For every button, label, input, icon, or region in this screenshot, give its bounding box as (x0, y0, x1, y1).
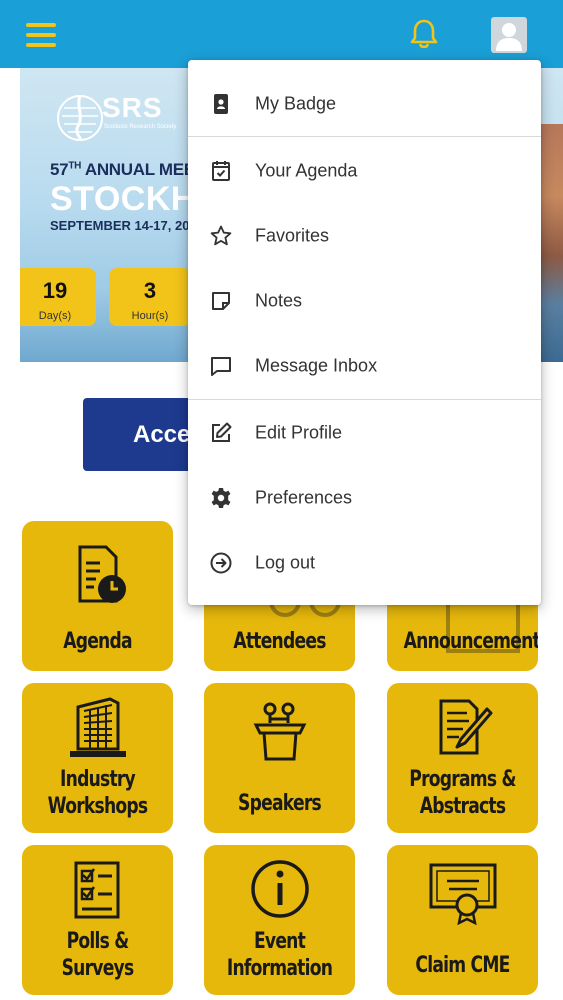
stockholm-photo (539, 124, 563, 362)
event-dates: SEPTEMBER 14-17, 2022 (50, 218, 204, 233)
tile-label: Attendees (233, 629, 326, 654)
menu-item-label: Notes (255, 290, 303, 310)
menu-item-label: My Badge (255, 93, 337, 113)
tile-label: Event (253, 929, 306, 954)
menu-item-label: Your Agenda (255, 160, 358, 180)
tile-event-information[interactable]: Event Information (204, 845, 355, 995)
tile-label: Agenda (63, 629, 132, 654)
calendar-check-icon (212, 160, 230, 181)
message-icon (211, 356, 231, 376)
logo-text: SRS (102, 92, 163, 123)
hamburger-icon[interactable] (26, 21, 58, 49)
tile-label: Industry (60, 767, 136, 792)
tile-polls-surveys[interactable]: Polls & Surveys (22, 845, 173, 995)
checklist-icon (74, 861, 119, 919)
countdown-hours: 3 Hour(s) (109, 268, 191, 326)
menu-item-label: Log out (255, 552, 316, 572)
menu-item-my-badge[interactable]: My Badge (188, 71, 541, 136)
menu-item-log-out[interactable]: Log out (188, 530, 541, 595)
menu-divider (188, 136, 541, 137)
podium-icon (253, 702, 306, 761)
tile-agenda[interactable]: Agenda (22, 521, 173, 671)
menu-item-label: Favorites (255, 225, 330, 245)
tile-label: Programs & (409, 767, 516, 792)
tile-label: Announcements (403, 629, 538, 654)
edit-icon (212, 422, 232, 442)
tile-speakers[interactable]: Speakers (204, 683, 355, 833)
logout-icon (210, 552, 232, 573)
star-icon (210, 225, 232, 245)
tile-claim-cme[interactable]: Claim CME (387, 845, 538, 995)
tile-label: Workshops (47, 794, 148, 819)
menu-item-notes[interactable]: Notes (188, 268, 541, 333)
agenda-clock-icon (78, 545, 126, 603)
tile-label: Information (226, 956, 333, 981)
bell-icon[interactable] (406, 16, 442, 52)
document-pencil-icon (439, 699, 492, 755)
tile-label: Polls & (66, 929, 130, 954)
tile-industry-workshops[interactable]: Industry Workshops (22, 683, 173, 833)
menu-item-label: Preferences (255, 487, 353, 507)
menu-item-favorites[interactable]: Favorites (188, 203, 541, 268)
tile-programs-abstracts[interactable]: Programs & Abstracts (387, 683, 538, 833)
countdown-days: 19 Day(s) (20, 268, 96, 326)
certificate-icon (429, 863, 496, 925)
logo-subtext: Scoliosis Research Society (104, 124, 177, 130)
tile-label: Abstracts (419, 794, 506, 819)
user-avatar-icon[interactable] (491, 17, 527, 53)
building-icon (69, 697, 126, 757)
menu-item-edit-profile[interactable]: Edit Profile (188, 400, 541, 465)
menu-item-label: Message Inbox (255, 355, 378, 375)
tile-label: Surveys (61, 956, 135, 981)
user-dropdown-menu: My Badge Your Agenda Favorites Notes Mes… (188, 60, 541, 605)
menu-item-message-inbox[interactable]: Message Inbox (188, 333, 541, 398)
tile-label: Speakers (238, 791, 322, 816)
tile-label: Claim CME (415, 953, 510, 978)
badge-icon (214, 93, 228, 114)
info-icon (250, 860, 309, 918)
menu-item-preferences[interactable]: Preferences (188, 465, 541, 530)
gear-icon (211, 487, 231, 508)
note-icon (212, 291, 230, 310)
top-app-bar (0, 0, 563, 68)
menu-item-your-agenda[interactable]: Your Agenda (188, 138, 541, 203)
menu-item-label: Edit Profile (255, 422, 343, 442)
